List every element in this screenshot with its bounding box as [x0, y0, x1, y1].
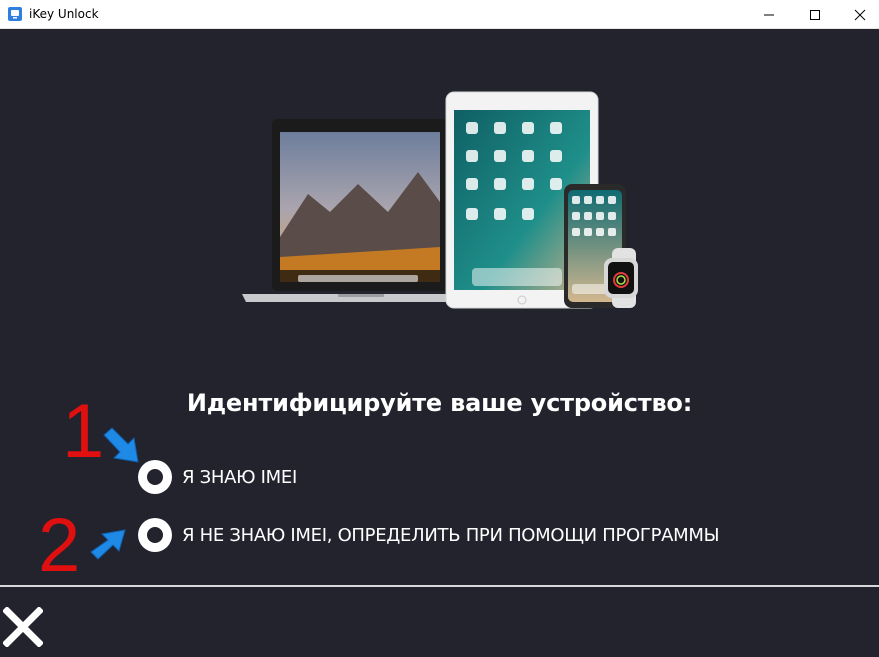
close-x-icon[interactable] [3, 607, 43, 647]
option-label: Я НЕ ЗНАЮ IMEI, ОПРЕДЕЛИТЬ ПРИ ПОМОЩИ ПР… [182, 524, 720, 546]
close-button[interactable] [837, 0, 879, 29]
app-icon [8, 7, 22, 21]
radio-button[interactable] [138, 460, 172, 494]
maximize-button[interactable] [792, 0, 838, 29]
arrow-down-right-icon [103, 427, 139, 463]
title-bar: iKey Unlock [0, 0, 879, 29]
footer-bar [0, 587, 879, 657]
close-icon [854, 9, 866, 20]
option-know-imei[interactable]: Я ЗНАЮ IMEI [138, 460, 297, 494]
step-number-2: 2 [38, 503, 81, 588]
minimize-button[interactable] [746, 0, 792, 29]
arrow-up-right-icon [90, 529, 126, 560]
minimize-icon [764, 14, 774, 15]
step-number-1: 1 [62, 389, 105, 474]
window-title: iKey Unlock [29, 7, 99, 21]
page-heading: Идентифицируйте ваше устройство: [186, 389, 693, 417]
option-label: Я ЗНАЮ IMEI [182, 466, 297, 488]
radio-button[interactable] [138, 518, 172, 552]
maximize-icon [810, 9, 820, 20]
apple-devices-image [242, 91, 638, 309]
option-detect-imei[interactable]: Я НЕ ЗНАЮ IMEI, ОПРЕДЕЛИТЬ ПРИ ПОМОЩИ ПР… [138, 518, 720, 552]
